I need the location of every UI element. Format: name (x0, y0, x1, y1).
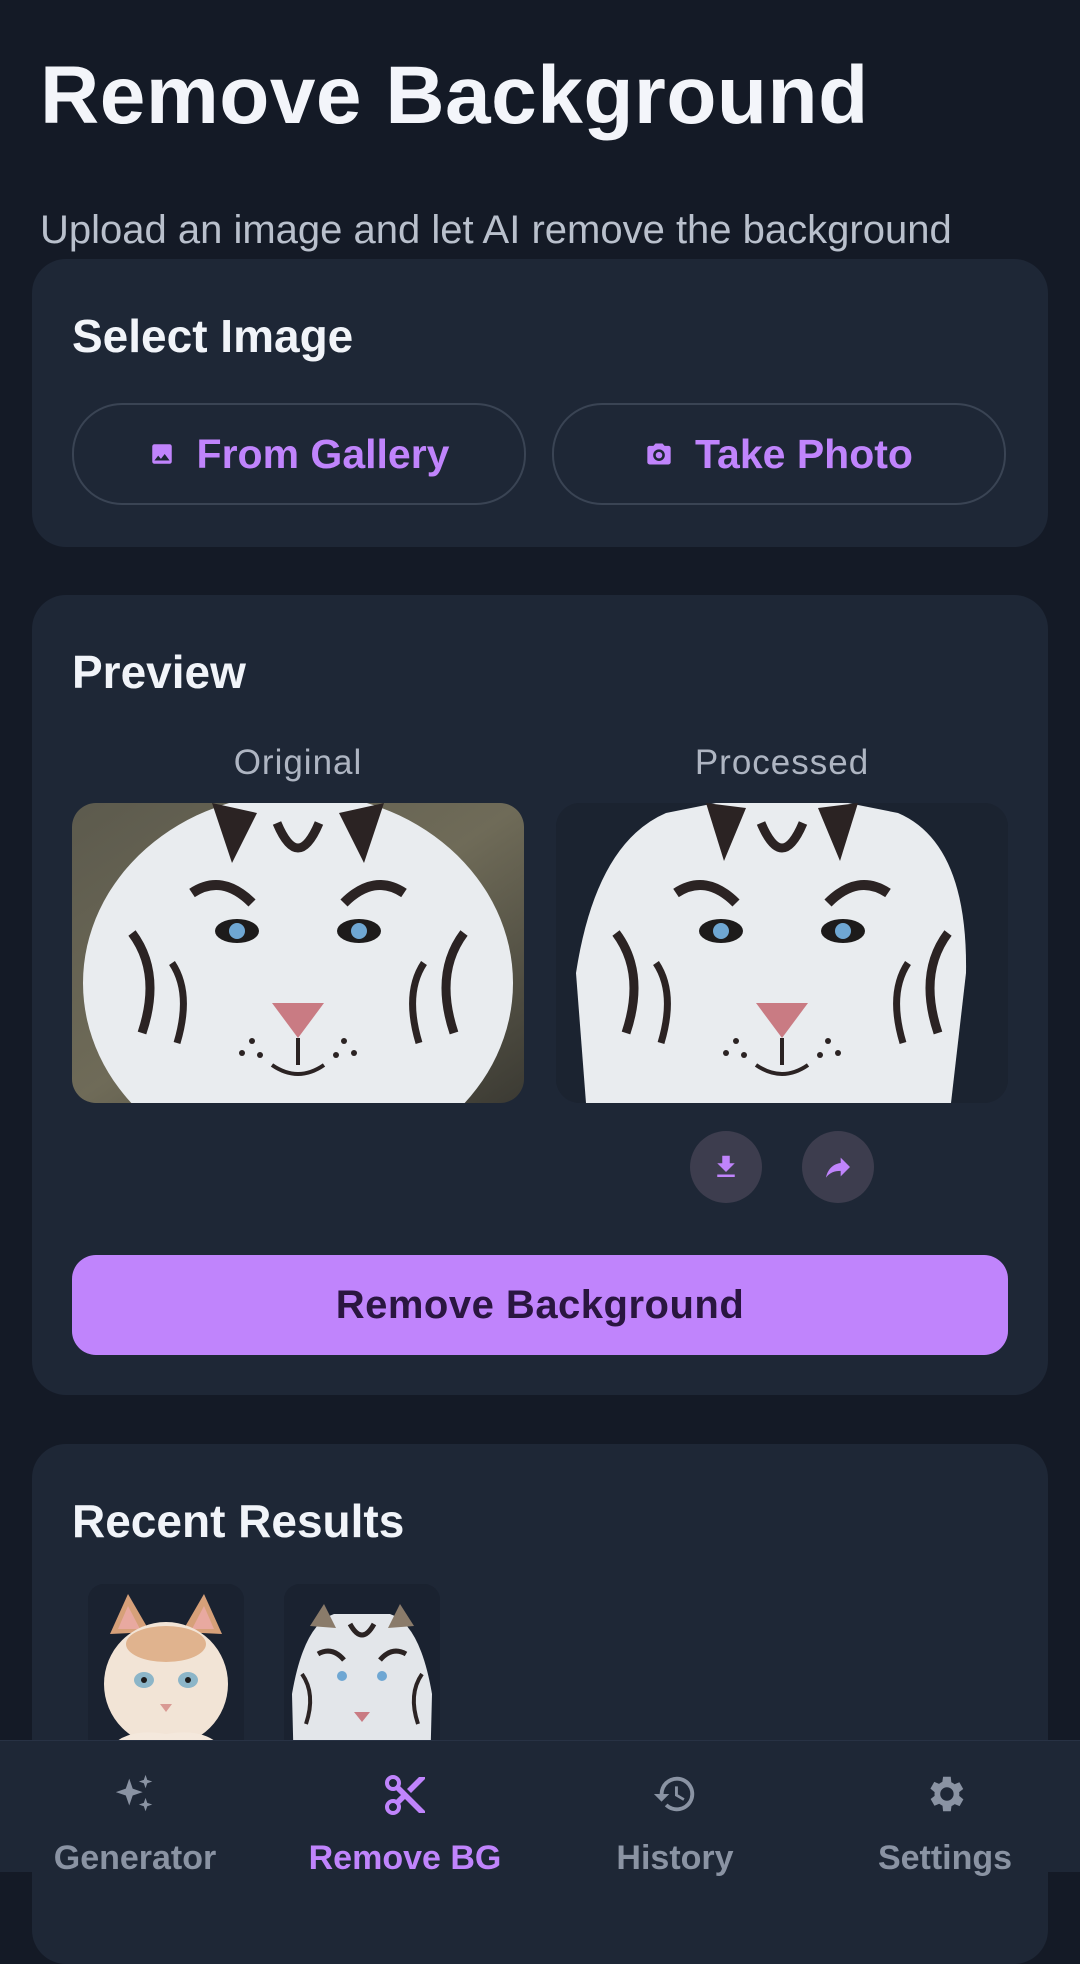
processed-image (556, 803, 1008, 1103)
page-header: Remove Background Upload an image and le… (40, 48, 1040, 252)
sparkle-icon (115, 1774, 153, 1812)
preview-title: Preview (72, 646, 246, 698)
take-photo-label: Take Photo (695, 430, 913, 477)
recent-results-card: Recent Results (32, 1444, 1048, 1964)
scissors-icon (385, 1775, 425, 1815)
select-image-card: Select Image From Gallery Take Photo (32, 259, 1048, 547)
share-icon (826, 1157, 850, 1178)
history-icon (653, 1776, 695, 1812)
nav-label-generator: Generator (53, 1839, 217, 1877)
take-photo-button[interactable]: Take Photo (552, 403, 1006, 505)
nav-item-generator[interactable]: Generator (0, 1741, 270, 1877)
nav-label-remove-bg: Remove BG (308, 1839, 502, 1877)
page-subtitle: Upload an image and let AI remove the ba… (40, 208, 952, 252)
image-icon (151, 444, 172, 464)
original-label: Original (233, 743, 363, 782)
share-button[interactable] (802, 1131, 874, 1203)
download-button[interactable] (690, 1131, 762, 1203)
original-image (72, 803, 524, 1103)
nav-item-settings[interactable]: Settings (810, 1741, 1080, 1877)
nav-label-history: History (616, 1839, 734, 1877)
select-image-title: Select Image (72, 310, 354, 362)
from-gallery-label: From Gallery (196, 430, 450, 477)
nav-item-remove-bg[interactable]: Remove BG (270, 1741, 540, 1877)
from-gallery-button[interactable]: From Gallery (72, 403, 526, 505)
remove-background-button[interactable]: Remove Background (72, 1255, 1008, 1355)
bottom-navigation: Generator Remove BG History Settings (0, 1740, 1080, 1877)
tiger-face-original (83, 803, 513, 1103)
recent-results-title: Recent Results (72, 1495, 405, 1547)
tiger-face-processed (576, 803, 967, 1103)
gear-icon (930, 1776, 964, 1812)
processed-label: Processed (694, 743, 870, 782)
nav-label-settings: Settings (877, 1839, 1013, 1877)
download-icon (717, 1155, 735, 1177)
camera-icon (647, 443, 671, 465)
page-title: Remove Background (40, 50, 869, 141)
preview-card: Preview Original Processed Remove Backgr… (32, 595, 1048, 1395)
nav-item-history[interactable]: History (540, 1741, 810, 1877)
